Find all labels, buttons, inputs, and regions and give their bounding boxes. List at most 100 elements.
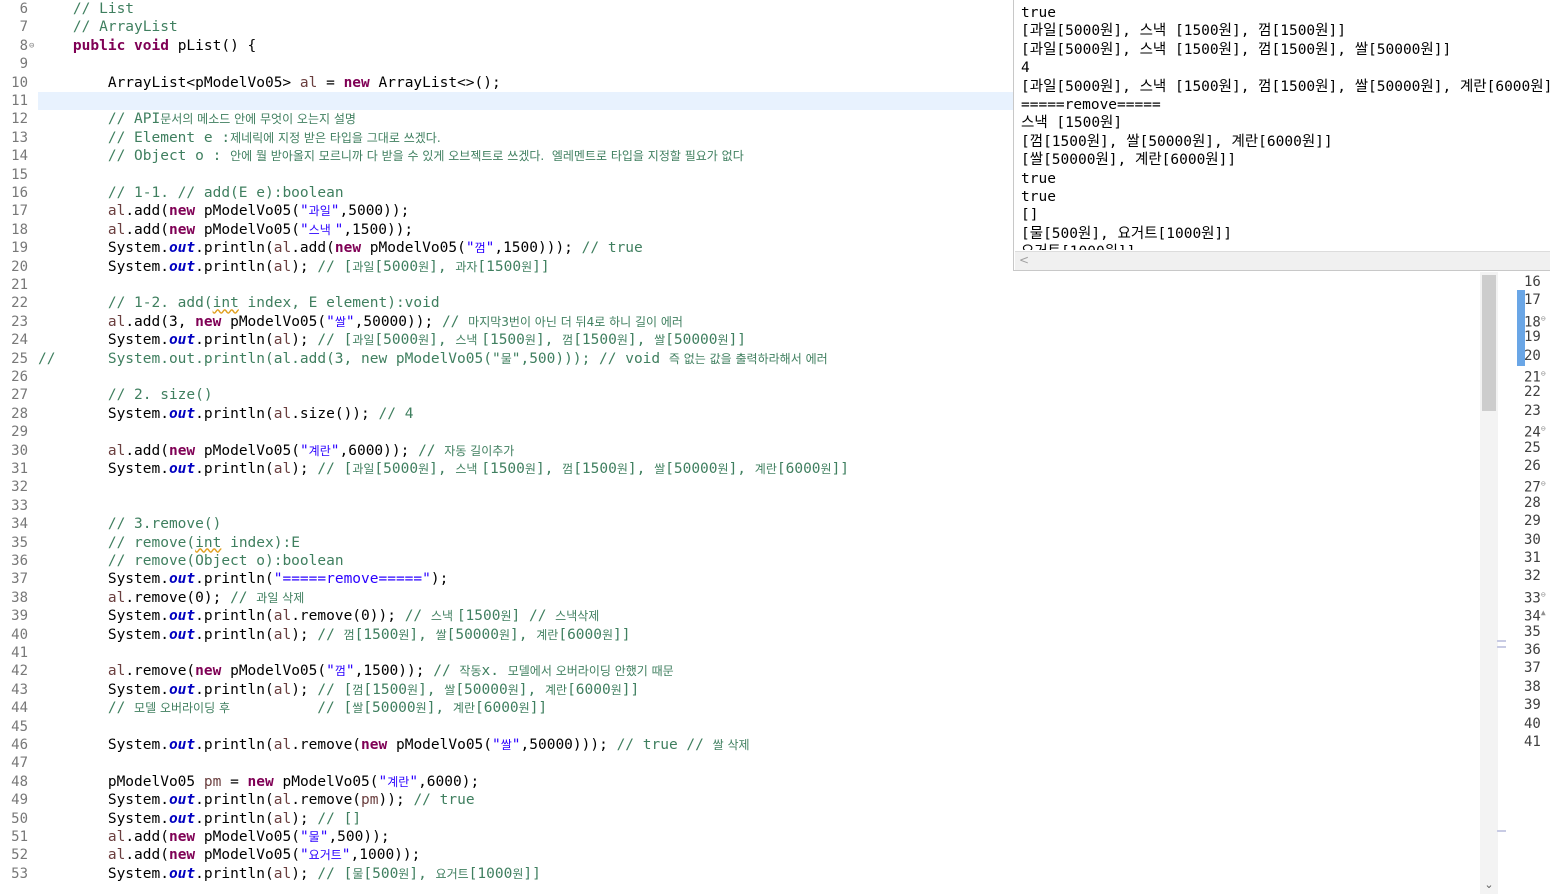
ruler-fold-icon[interactable]: ⊖: [1541, 590, 1546, 599]
ruler-line-number: 40: [1524, 715, 1550, 733]
ruler-line-number: 34▲: [1524, 604, 1550, 625]
ruler-line-number: 39: [1524, 696, 1550, 714]
fold-toggle-icon[interactable]: ⊖: [29, 37, 34, 55]
ruler-line-number: 29: [1524, 512, 1550, 530]
overview-marker[interactable]: [1497, 830, 1506, 832]
console-line: =====remove=====: [1021, 96, 1161, 113]
code-line[interactable]: al.add(new pModelVo05("요거트",1000));: [38, 846, 421, 864]
code-line[interactable]: System.out.println(al.remove(0)); // 스낵 …: [38, 607, 600, 625]
code-line[interactable]: // 1-1. // add(E e):boolean: [38, 184, 344, 202]
line-number: 47: [11, 755, 28, 772]
code-line[interactable]: System.out.println(al.remove(new pModelV…: [38, 736, 750, 754]
ruler-line-number: 32: [1524, 567, 1550, 585]
ruler-line-number: 30: [1524, 531, 1550, 549]
code-line[interactable]: // remove(Object o):boolean: [38, 552, 344, 570]
line-number: 23: [11, 313, 28, 330]
code-line[interactable]: System.out.println("=====remove=====");: [38, 570, 449, 588]
ruler-line-number: 20: [1524, 347, 1550, 365]
console-line: 요거트[1000원]]: [1021, 243, 1550, 250]
line-number-gutter: 6 7 8 ⊖ 9 10 11 12 13 14 15 16 17 18 19 20 21 22 23 24 25 26 2…: [0, 0, 38, 894]
scroll-left-icon[interactable]: <: [1019, 253, 1029, 267]
code-line[interactable]: // List: [38, 0, 134, 18]
console-line: 4: [1021, 60, 1030, 77]
line-number: 17: [11, 203, 28, 220]
line-number: 43: [11, 681, 28, 698]
ruler-line-number: 33⊖: [1524, 586, 1550, 607]
line-number: 39: [11, 608, 28, 625]
ruler-line-number: 23: [1524, 402, 1550, 420]
ruler-line-number: 28: [1524, 494, 1550, 512]
line-number: 21: [11, 277, 28, 293]
console-line: 스낵 [1500원]: [1021, 115, 1123, 132]
code-line[interactable]: al.remove(new pModelVo05("껌",1500)); // …: [38, 662, 674, 680]
code-line[interactable]: al.add(new pModelVo05("과일",5000));: [38, 202, 410, 220]
ruler-fold-icon[interactable]: ⊖: [1541, 314, 1546, 323]
ruler-line-number: 17: [1524, 291, 1550, 309]
line-number: 29: [11, 424, 28, 441]
ruler-line-number-text: 35: [1524, 623, 1541, 640]
ruler-line-number: 25: [1524, 439, 1550, 457]
code-line[interactable]: // remove(int index):E: [38, 534, 300, 552]
line-number: 50: [11, 810, 28, 827]
scroll-down-icon[interactable]: ⌄: [1482, 878, 1496, 892]
code-line[interactable]: pModelVo05 pm = new pModelVo05("계란",6000…: [38, 773, 479, 791]
code-line[interactable]: al.add(new pModelVo05("스낵 ",1500));: [38, 221, 413, 239]
code-line[interactable]: System.out.println(al.size()); // 4: [38, 405, 414, 423]
code-line[interactable]: System.out.println(al); // []: [38, 810, 361, 828]
code-line[interactable]: al.add(3, new pModelVo05("쌀",50000)); //…: [38, 313, 683, 331]
code-line[interactable]: // 3.remove(): [38, 515, 222, 533]
console-output-panel[interactable]: true [과일[5000원], 스낵 [1500원], 껌[1500원]] [과일…: [1013, 0, 1550, 271]
editor-vertical-scrollbar[interactable]: ⌄: [1480, 272, 1498, 894]
ruler-fold-icon[interactable]: ⊖: [1541, 479, 1546, 488]
code-line[interactable]: al.add(new pModelVo05("계란",6000)); // 자동…: [38, 442, 515, 460]
line-number: 36: [11, 553, 28, 569]
code-line[interactable]: ArrayList<pModelVo05> al = new ArrayList…: [38, 74, 501, 92]
code-line[interactable]: // API문서의 메소드 안에 무엇이 오는지 설명: [38, 110, 356, 128]
console-horizontal-scrollbar[interactable]: <: [1015, 251, 1550, 270]
ruler-line-number-text: 17: [1524, 292, 1541, 309]
code-line[interactable]: // 2. size(): [38, 386, 213, 404]
code-line[interactable]: al.add(new pModelVo05("물",500));: [38, 828, 390, 846]
line-number: 6: [19, 1, 28, 17]
line-number: 28: [11, 405, 28, 422]
line-number: 7: [19, 19, 28, 36]
code-line[interactable]: // 1-2. add(int index, E element):void: [38, 294, 440, 312]
console-line: [과일[5000원], 스낵 [1500원], 껌[1500원], 쌀[5000…: [1021, 78, 1550, 95]
ruler-fold-icon[interactable]: ⊖: [1541, 369, 1546, 378]
code-line[interactable]: System.out.println(al); // [과일[5000원], 과…: [38, 258, 550, 276]
scrollbar-thumb[interactable]: [1482, 275, 1496, 411]
line-number: 51: [11, 829, 28, 845]
console-line: true: [1021, 188, 1056, 205]
ruler-line-number-text: 37: [1524, 660, 1541, 677]
ruler-line-number-text: 29: [1524, 513, 1541, 530]
code-line[interactable]: public void pList() {: [38, 37, 256, 55]
line-number: 16: [11, 185, 28, 201]
ruler-fold-icon[interactable]: ▲: [1541, 608, 1546, 617]
ruler-line-number: 16: [1524, 273, 1550, 291]
current-line-highlight: [38, 92, 1018, 111]
code-line[interactable]: // Object o : 안에 뭘 받아올지 모르니까 다 받을 수 있게 오…: [38, 147, 744, 165]
overview-marker[interactable]: [1497, 640, 1506, 642]
line-number: 22: [11, 295, 28, 312]
ruler-line-number-text: 31: [1524, 550, 1541, 566]
overview-marker[interactable]: [1497, 646, 1506, 648]
code-line[interactable]: // ArrayList: [38, 18, 178, 36]
code-line[interactable]: System.out.println(al.add(new pModelVo05…: [38, 239, 643, 257]
ruler-line-number-text: 20: [1524, 347, 1541, 364]
code-line[interactable]: // 모델 오버라이딩 후 // [쌀[50000원], 계란[6000원]]: [38, 699, 547, 717]
code-line[interactable]: System.out.println(al); // [과일[5000원], 스…: [38, 460, 849, 478]
code-line[interactable]: System.out.println(al.remove(pm)); // tr…: [38, 791, 475, 809]
code-line[interactable]: al.remove(0); // 과일 삭제: [38, 589, 304, 607]
line-number: 38: [11, 589, 28, 606]
code-line[interactable]: System.out.println(al); // [껌[1500원], 쌀[…: [38, 681, 639, 699]
line-number: 33: [11, 497, 28, 514]
ruler-fold-icon[interactable]: ⊖: [1541, 424, 1546, 433]
code-line[interactable]: // Element e :제네릭에 지정 받은 타입을 그대로 쓰겠다.: [38, 129, 441, 147]
code-line[interactable]: System.out.println(al); // [과일[5000원], 스…: [38, 331, 746, 349]
code-line[interactable]: // System.out.println(al.add(3, new pMod…: [38, 350, 828, 368]
ruler-line-number-text: 26: [1524, 458, 1541, 474]
line-number: 31: [11, 461, 28, 477]
line-number: 53: [11, 865, 28, 882]
code-line[interactable]: System.out.println(al); // 껌[1500원], 쌀[5…: [38, 626, 631, 644]
code-line[interactable]: System.out.println(al); // [물[500원], 요거트…: [38, 865, 541, 883]
